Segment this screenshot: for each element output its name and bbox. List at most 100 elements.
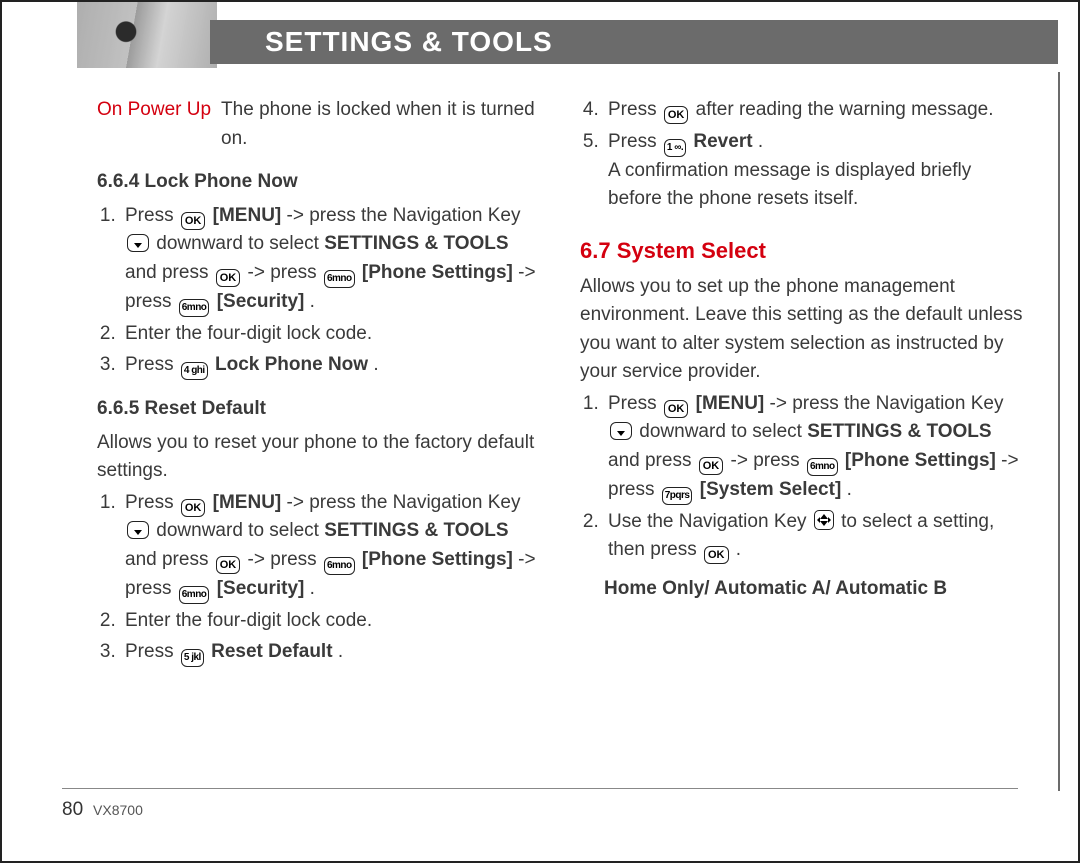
t: . bbox=[847, 479, 852, 500]
continued-steps: Press OK after reading the warning messa… bbox=[580, 96, 1023, 214]
right-column: Press OK after reading the warning messa… bbox=[580, 96, 1023, 670]
nav-down-icon bbox=[127, 521, 149, 539]
t: Press bbox=[608, 131, 662, 152]
step-665-5: Press 1 ∞. Revert . A confirmation messa… bbox=[604, 128, 1023, 214]
nav-down-icon bbox=[127, 234, 149, 252]
step-665-3: Press 5 jkl Reset Default . bbox=[121, 638, 540, 667]
t: Press bbox=[608, 393, 662, 414]
t: Press bbox=[125, 354, 179, 375]
ok-key-icon: OK bbox=[664, 106, 689, 124]
t: SETTINGS & TOOLS bbox=[324, 520, 508, 541]
t: Press bbox=[125, 205, 179, 226]
t: -> press bbox=[248, 549, 322, 570]
t: . bbox=[310, 578, 315, 599]
step-665-1: Press OK [MENU] -> press the Navigation … bbox=[121, 489, 540, 604]
t: and press bbox=[125, 549, 214, 570]
t: Use the Navigation Key bbox=[608, 511, 812, 532]
t: and press bbox=[608, 450, 697, 471]
t: -> press the Navigation Key bbox=[770, 393, 1004, 414]
steps-67: Press OK [MENU] -> press the Navigation … bbox=[580, 390, 1023, 565]
t: -> press bbox=[248, 262, 322, 283]
key-6-icon: 6mno bbox=[179, 586, 210, 604]
key-6-icon: 6mno bbox=[807, 458, 838, 476]
manual-page: SETTINGS & TOOLS On Power Up The phone i… bbox=[0, 0, 1080, 863]
t: [Phone Settings] bbox=[845, 450, 996, 471]
t: . bbox=[338, 641, 343, 662]
options-67: Home Only/ Automatic A/ Automatic B bbox=[580, 575, 1023, 604]
t: SETTINGS & TOOLS bbox=[807, 421, 991, 442]
t: [Phone Settings] bbox=[362, 549, 513, 570]
model-number: VX8700 bbox=[93, 802, 143, 818]
step-664-3: Press 4 ghi Lock Phone Now . bbox=[121, 351, 540, 380]
intro-67: Allows you to set up the phone managemen… bbox=[580, 273, 1023, 387]
step-664-2: Enter the four-digit lock code. bbox=[121, 320, 540, 349]
steps-665: Press OK [MENU] -> press the Navigation … bbox=[97, 489, 540, 668]
t: SETTINGS & TOOLS bbox=[324, 233, 508, 254]
t: [MENU] bbox=[696, 393, 765, 414]
t: Press bbox=[125, 641, 179, 662]
step-665-2: Enter the four-digit lock code. bbox=[121, 607, 540, 636]
ok-key-icon: OK bbox=[216, 556, 241, 574]
key-4-icon: 4 ghi bbox=[181, 362, 208, 380]
step5-desc: A confirmation message is displayed brie… bbox=[608, 157, 1023, 214]
left-column: On Power Up The phone is locked when it … bbox=[97, 96, 540, 670]
t: -> press bbox=[731, 450, 805, 471]
key-1-icon: 1 ∞. bbox=[664, 139, 686, 157]
nav-down-icon bbox=[610, 422, 632, 440]
t: Press bbox=[125, 492, 179, 513]
step-67-2: Use the Navigation Key to select a setti… bbox=[604, 508, 1023, 565]
on-power-up-desc: The phone is locked when it is turned on… bbox=[221, 96, 540, 153]
t: Press bbox=[608, 99, 662, 120]
t: downward to select bbox=[639, 421, 807, 442]
t: -> press the Navigation Key bbox=[287, 205, 521, 226]
key-6-icon: 6mno bbox=[179, 299, 210, 317]
key-7-icon: 7pqrs bbox=[662, 487, 693, 505]
t: Revert bbox=[693, 131, 752, 152]
t: Lock Phone Now bbox=[215, 354, 368, 375]
steps-664: Press OK [MENU] -> press the Navigation … bbox=[97, 202, 540, 381]
t: [Phone Settings] bbox=[362, 262, 513, 283]
t: and press bbox=[125, 262, 214, 283]
key-6-icon: 6mno bbox=[324, 557, 355, 575]
step-67-1: Press OK [MENU] -> press the Navigation … bbox=[604, 390, 1023, 505]
t: [System Select] bbox=[700, 479, 842, 500]
nav-4way-icon bbox=[814, 510, 834, 530]
ok-key-icon: OK bbox=[664, 400, 689, 418]
on-power-up-row: On Power Up The phone is locked when it … bbox=[97, 96, 540, 153]
t: after reading the warning message. bbox=[696, 99, 994, 120]
t: [Security] bbox=[217, 291, 305, 312]
header-photo bbox=[77, 2, 217, 68]
page-number: 80 bbox=[62, 799, 83, 820]
margin-rule bbox=[1058, 72, 1060, 791]
ok-key-icon: OK bbox=[699, 457, 724, 475]
t: . bbox=[758, 131, 763, 152]
title-strip: SETTINGS & TOOLS bbox=[210, 20, 1058, 64]
t: [MENU] bbox=[213, 205, 282, 226]
ok-key-icon: OK bbox=[216, 269, 241, 287]
step-664-1: Press OK [MENU] -> press the Navigation … bbox=[121, 202, 540, 317]
heading-664: 6.6.4 Lock Phone Now bbox=[97, 168, 540, 197]
heading-67: 6.7 System Select bbox=[580, 234, 1023, 267]
ok-key-icon: OK bbox=[704, 546, 729, 564]
t: . bbox=[310, 291, 315, 312]
t: [Security] bbox=[217, 578, 305, 599]
key-6-icon: 6mno bbox=[324, 270, 355, 288]
step-665-4: Press OK after reading the warning messa… bbox=[604, 96, 1023, 125]
t: [MENU] bbox=[213, 492, 282, 513]
t: -> press the Navigation Key bbox=[287, 492, 521, 513]
on-power-up-label: On Power Up bbox=[97, 96, 211, 125]
ok-key-icon: OK bbox=[181, 499, 206, 517]
content-columns: On Power Up The phone is locked when it … bbox=[2, 72, 1078, 670]
page-title: SETTINGS & TOOLS bbox=[265, 26, 553, 58]
t: . bbox=[736, 539, 741, 560]
heading-665: 6.6.5 Reset Default bbox=[97, 395, 540, 424]
t: . bbox=[373, 354, 378, 375]
t: downward to select bbox=[156, 233, 324, 254]
page-header: SETTINGS & TOOLS bbox=[2, 8, 1078, 72]
ok-key-icon: OK bbox=[181, 212, 206, 230]
t: downward to select bbox=[156, 520, 324, 541]
key-5-icon: 5 jkl bbox=[181, 649, 204, 667]
page-footer: 80 VX8700 bbox=[62, 788, 1018, 821]
t: Reset Default bbox=[211, 641, 332, 662]
intro-665: Allows you to reset your phone to the fa… bbox=[97, 429, 540, 486]
